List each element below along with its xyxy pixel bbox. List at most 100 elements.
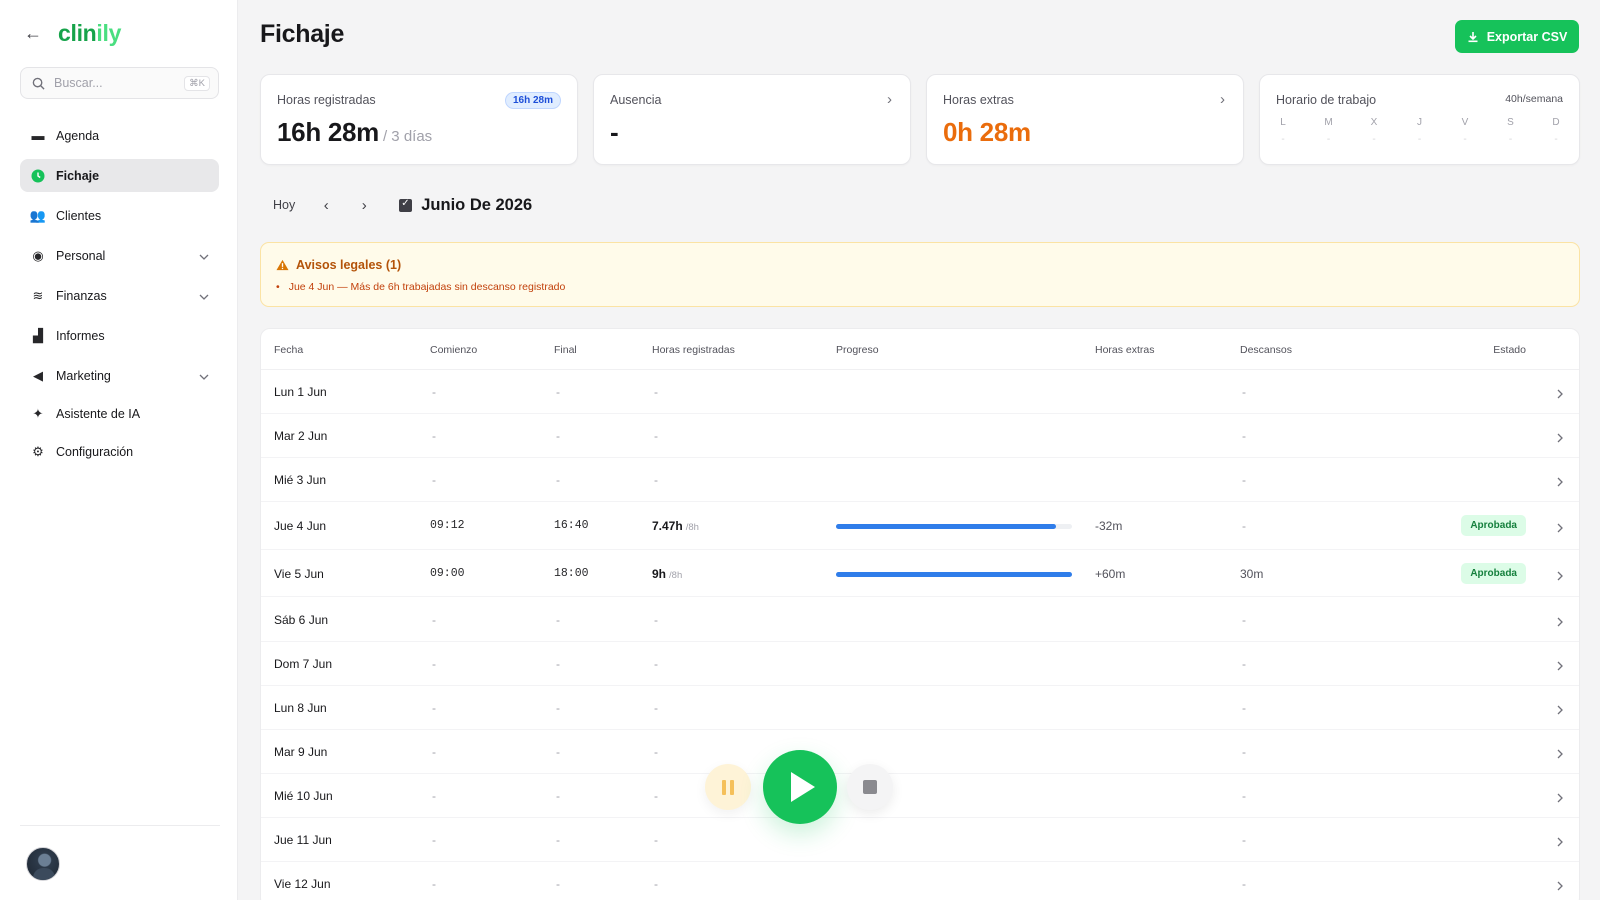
hours-value: - bbox=[654, 745, 658, 759]
weekday-label: L bbox=[1280, 117, 1286, 128]
date-cell: Vie 5 Jun bbox=[274, 567, 324, 581]
chevron-right-icon[interactable] bbox=[1557, 835, 1563, 850]
breaks-cell: - bbox=[1242, 519, 1246, 533]
users-icon: 👥 bbox=[29, 207, 47, 223]
overtime-value: 0h 28m bbox=[943, 117, 1031, 147]
chevron-right-icon[interactable] bbox=[1557, 475, 1563, 490]
hours-cell: - bbox=[654, 833, 658, 847]
download-icon bbox=[1468, 31, 1478, 42]
weekday-label: S bbox=[1507, 117, 1514, 128]
weekday-l: L- bbox=[1276, 117, 1290, 145]
weekday-s: S- bbox=[1504, 117, 1518, 145]
sidebar-item-informes[interactable]: ▟ Informes bbox=[20, 319, 219, 352]
stop-button[interactable] bbox=[847, 764, 893, 810]
warning-icon bbox=[276, 259, 289, 271]
hours-value: - bbox=[654, 429, 658, 443]
chevron-right-icon[interactable] bbox=[1557, 747, 1563, 762]
hours-value: - bbox=[654, 877, 658, 891]
sidebar-item-label: Informes bbox=[56, 328, 105, 343]
alert-item: • Jue 4 Jun — Más de 6h trabajadas sin d… bbox=[276, 281, 565, 293]
card-registered-hours: Horas registradas 16h 28m 16h 28m/ 3 día… bbox=[260, 74, 578, 165]
table-row[interactable]: Jue 11 Jun - - - - bbox=[261, 818, 1579, 862]
logo[interactable]: clinily bbox=[58, 20, 121, 47]
table-row[interactable]: Mié 3 Jun - - - - bbox=[261, 458, 1579, 502]
hours-cell: - bbox=[654, 701, 658, 715]
search-box[interactable]: ⌘K bbox=[20, 67, 219, 99]
hours-cell: - bbox=[654, 385, 658, 399]
today-button[interactable]: Hoy bbox=[273, 198, 295, 212]
coins-icon: ≋ bbox=[32, 287, 44, 303]
time-entries-table: Fecha Comienzo Final Horas registradas Progr… bbox=[260, 328, 1580, 900]
logo-main: clin bbox=[58, 20, 97, 46]
breaks-cell: - bbox=[1242, 701, 1246, 715]
date-cell: Sáb 6 Jun bbox=[274, 613, 329, 627]
hours-target: /8h bbox=[669, 570, 683, 581]
chevron-right-icon[interactable] bbox=[1557, 387, 1563, 402]
chevron-right-icon: › bbox=[1220, 91, 1225, 108]
sidebar-item-agenda[interactable]: ▬ Agenda bbox=[20, 119, 219, 152]
sidebar-item-marketing[interactable]: ◀ Marketing bbox=[20, 359, 219, 392]
table-row[interactable]: Mié 10 Jun - - - - bbox=[261, 774, 1579, 818]
current-month[interactable]: Junio De 2026 bbox=[421, 196, 532, 215]
card-value: 16h 28m/ 3 días bbox=[277, 117, 432, 148]
table-row[interactable]: Dom 7 Jun - - - - bbox=[261, 642, 1579, 686]
date-cell: Jue 4 Jun bbox=[274, 519, 327, 533]
sidebar-item-fichaje[interactable]: Fichaje bbox=[20, 159, 219, 192]
sidebar-item-finanzas[interactable]: ≋ Finanzas bbox=[20, 279, 219, 312]
chevron-right-icon[interactable] bbox=[1557, 703, 1563, 718]
pause-button[interactable] bbox=[705, 764, 751, 810]
hours-cell: 9h/8h bbox=[652, 567, 682, 583]
table-row[interactable]: Lun 1 Jun - - - - bbox=[261, 370, 1579, 414]
status-badge: Aprobada bbox=[1461, 563, 1526, 584]
sidebar-item-configuracion[interactable]: ⚙ Configuración bbox=[20, 435, 219, 468]
table-row[interactable]: Sáb 6 Jun - - - - bbox=[261, 597, 1579, 642]
weekday-x: X- bbox=[1367, 117, 1381, 145]
avatar[interactable] bbox=[26, 847, 60, 881]
card-overtime[interactable]: Horas extras › 0h 28m bbox=[926, 74, 1244, 165]
sidebar-item-asistente-de-ia[interactable]: ✦ Asistente de IA bbox=[20, 397, 219, 430]
export-csv-button[interactable]: Exportar CSV bbox=[1455, 20, 1579, 53]
breaks-cell: - bbox=[1242, 833, 1246, 847]
table-row[interactable]: Mar 9 Jun - - - - bbox=[261, 730, 1579, 774]
start-cell: - bbox=[432, 657, 436, 671]
column-header: Estado bbox=[1493, 344, 1526, 356]
chevron-right-icon[interactable] bbox=[1557, 431, 1563, 446]
hours-value: - bbox=[654, 657, 658, 671]
search-input[interactable] bbox=[54, 76, 164, 90]
overtime-cell: -32m bbox=[1095, 519, 1123, 533]
weekday-hours: - bbox=[1554, 134, 1558, 145]
chevron-right-icon[interactable] bbox=[1557, 791, 1563, 806]
table-row[interactable]: Mar 2 Jun - - - - bbox=[261, 414, 1579, 458]
sidebar-item-clientes[interactable]: 👥 Clientes bbox=[20, 199, 219, 232]
status-badge: Aprobada bbox=[1461, 515, 1526, 536]
chevron-right-icon[interactable] bbox=[1557, 615, 1563, 630]
alert-title-text: Avisos legales (1) bbox=[296, 258, 402, 272]
weekday-hours: - bbox=[1463, 134, 1467, 145]
play-button[interactable] bbox=[763, 750, 837, 824]
column-header: Final bbox=[554, 344, 577, 356]
chevron-right-icon[interactable] bbox=[1557, 569, 1563, 584]
start-cell: - bbox=[432, 385, 436, 399]
start-cell: - bbox=[432, 789, 436, 803]
chevron-right-icon[interactable] bbox=[1557, 521, 1563, 536]
table-row[interactable]: Lun 8 Jun - - - - bbox=[261, 686, 1579, 730]
weekday-d: D- bbox=[1549, 117, 1563, 145]
column-header: Horas extras bbox=[1095, 344, 1155, 356]
megaphone-icon: ◀ bbox=[33, 367, 43, 383]
card-absence[interactable]: Ausencia › - bbox=[593, 74, 911, 165]
table-row[interactable]: Vie 5 Jun 09:00 18:00 9h/8h +60m 30m Aprobada bbox=[261, 550, 1579, 597]
chevron-right-icon[interactable]: › bbox=[357, 197, 371, 214]
chevron-right-icon: › bbox=[887, 91, 892, 108]
table-row[interactable]: Vie 12 Jun - - - - bbox=[261, 862, 1579, 900]
weekday-hours: - bbox=[1281, 134, 1285, 145]
table-row[interactable]: Jue 4 Jun 09:12 16:40 7.47h/8h -32m - Aprobada bbox=[261, 502, 1579, 550]
chevron-right-icon[interactable] bbox=[1557, 659, 1563, 674]
weekly-hours: 40h/semana bbox=[1505, 93, 1563, 105]
back-arrow-icon[interactable]: ← bbox=[24, 23, 42, 44]
sidebar-item-personal[interactable]: ◉ Personal bbox=[20, 239, 219, 272]
chevron-left-icon[interactable]: ‹ bbox=[319, 197, 333, 214]
chevron-right-icon[interactable] bbox=[1557, 879, 1563, 894]
breaks-cell: - bbox=[1242, 385, 1246, 399]
calendar-check-icon[interactable] bbox=[399, 198, 413, 212]
sidebar-item-label: Marketing bbox=[56, 368, 111, 383]
